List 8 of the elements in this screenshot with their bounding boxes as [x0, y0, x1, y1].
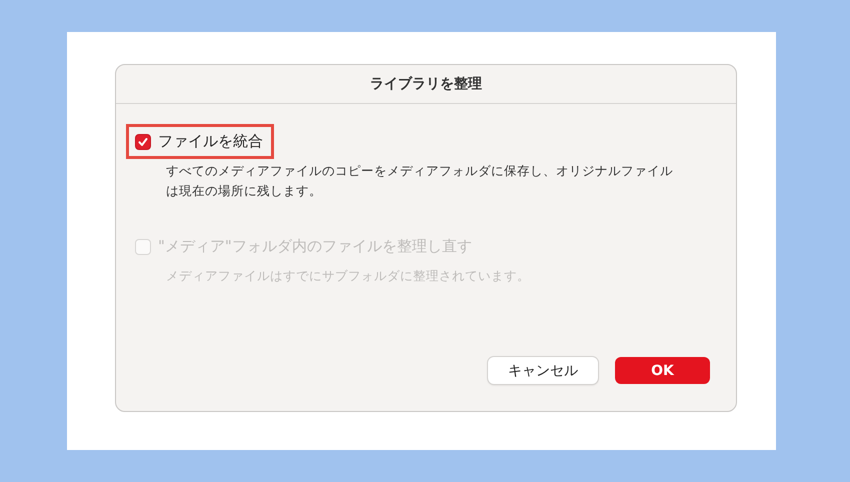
option-description: すべてのメディアファイルのコピーをメディアフォルダに保存し、オリジナルファイルは現在の場所に残します。: [166, 162, 674, 200]
checkbox-label[interactable]: ファイルを統合: [158, 132, 263, 151]
ok-button[interactable]: OK: [615, 357, 710, 384]
dialog-title: ライブラリを整理: [370, 75, 482, 93]
checkbox[interactable]: [135, 134, 151, 150]
option-description: メディアファイルはすでにサブフォルダに整理されています。: [166, 267, 531, 285]
checkmark-icon: [137, 136, 149, 148]
cancel-button[interactable]: キャンセル: [488, 357, 598, 384]
